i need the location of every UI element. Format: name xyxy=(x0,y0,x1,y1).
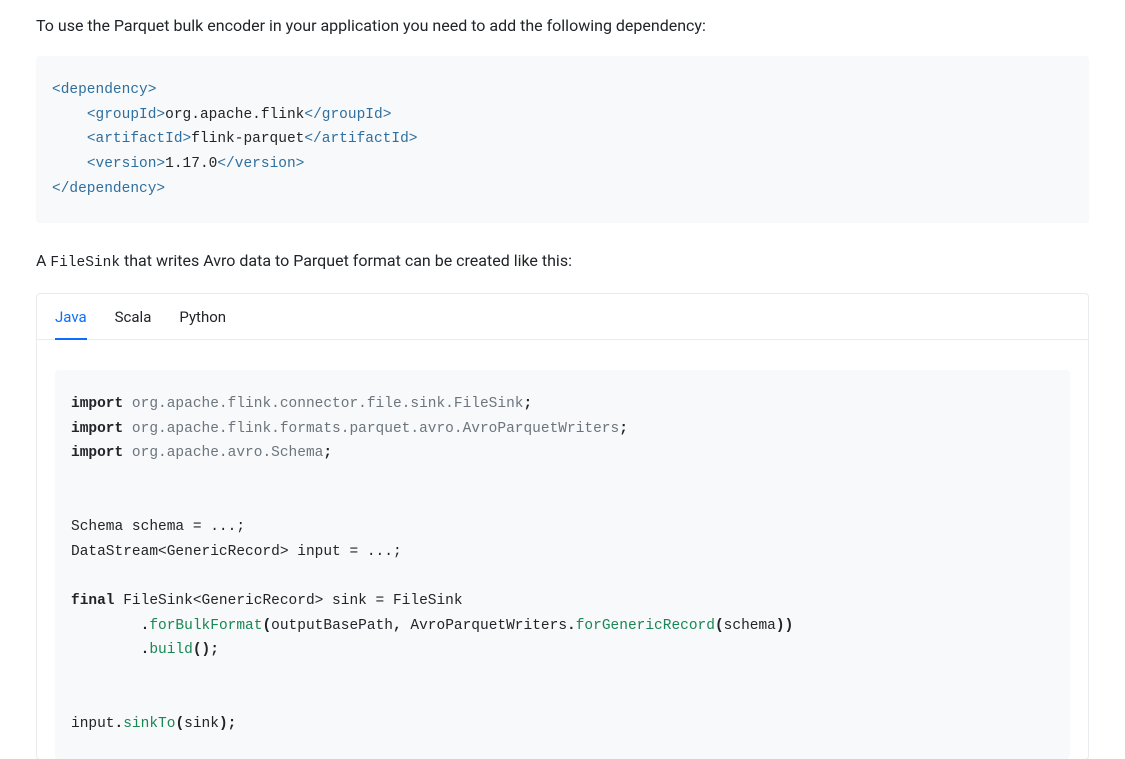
tab-python[interactable]: Python xyxy=(179,294,226,340)
code-text: sink xyxy=(184,716,219,732)
xml-tag: </groupId> xyxy=(304,107,391,123)
intro-paragraph: To use the Parquet bulk encoder in your … xyxy=(36,14,1089,38)
code-text: schema xyxy=(724,618,776,634)
xml-text: org.apache.flink xyxy=(165,107,304,123)
filesink-paragraph: A FileSink that writes Avro data to Parq… xyxy=(36,249,1089,275)
punct: ; xyxy=(619,421,628,437)
xml-tag: <dependency> xyxy=(52,82,156,98)
code-text: input xyxy=(71,716,115,732)
tab-java[interactable]: Java xyxy=(55,294,87,340)
method: forBulkFormat xyxy=(149,618,262,634)
xml-tag: </artifactId> xyxy=(304,131,417,147)
tab-panel-java: import org.apache.flink.connector.file.s… xyxy=(37,340,1088,759)
keyword: final xyxy=(71,593,115,609)
punct: . xyxy=(567,618,576,634)
keyword: import xyxy=(71,445,123,461)
package: org.apache.flink.connector.file.sink.Fil… xyxy=(132,396,524,412)
xml-text: 1.17.0 xyxy=(165,156,217,172)
punct: ( xyxy=(175,716,184,732)
inline-code: FileSink xyxy=(50,255,120,271)
punct: ( xyxy=(715,618,724,634)
code-text: AvroParquetWriters xyxy=(410,618,567,634)
punct: ( xyxy=(262,618,271,634)
punct: ; xyxy=(524,396,533,412)
punct: ); xyxy=(219,716,236,732)
punct: , xyxy=(393,618,402,634)
text: A xyxy=(36,251,46,270)
code-text: outputBasePath xyxy=(271,618,393,634)
code-tabs-container: Java Scala Python import org.apache.flin… xyxy=(36,293,1089,759)
keyword: import xyxy=(71,421,123,437)
xml-tag: <artifactId> xyxy=(87,131,191,147)
punct: )) xyxy=(776,618,793,634)
dependency-codeblock: <dependency> <groupId>org.apache.flink</… xyxy=(36,56,1089,223)
xml-tag: </version> xyxy=(217,156,304,172)
punct: ; xyxy=(323,445,332,461)
text: that writes Avro data to Parquet format … xyxy=(120,251,572,270)
code-text: FileSink<GenericRecord> sink = FileSink xyxy=(115,593,463,609)
package: org.apache.flink.formats.parquet.avro.Av… xyxy=(132,421,619,437)
method: sinkTo xyxy=(123,716,175,732)
xml-text: flink-parquet xyxy=(191,131,304,147)
punct: . xyxy=(115,716,124,732)
method: build xyxy=(149,642,193,658)
code-line: DataStream<GenericRecord> input = ...; xyxy=(71,544,402,560)
java-codeblock: import org.apache.flink.connector.file.s… xyxy=(55,370,1070,759)
xml-tag: <version> xyxy=(87,156,165,172)
package: org.apache.avro.Schema xyxy=(132,445,323,461)
tab-scala[interactable]: Scala xyxy=(115,294,152,340)
keyword: import xyxy=(71,396,123,412)
punct: (); xyxy=(193,642,219,658)
tab-list: Java Scala Python xyxy=(37,294,1088,340)
method: forGenericRecord xyxy=(576,618,715,634)
xml-tag: </dependency> xyxy=(52,181,165,197)
xml-tag: <groupId> xyxy=(87,107,165,123)
code-line: Schema schema = ...; xyxy=(71,519,245,535)
